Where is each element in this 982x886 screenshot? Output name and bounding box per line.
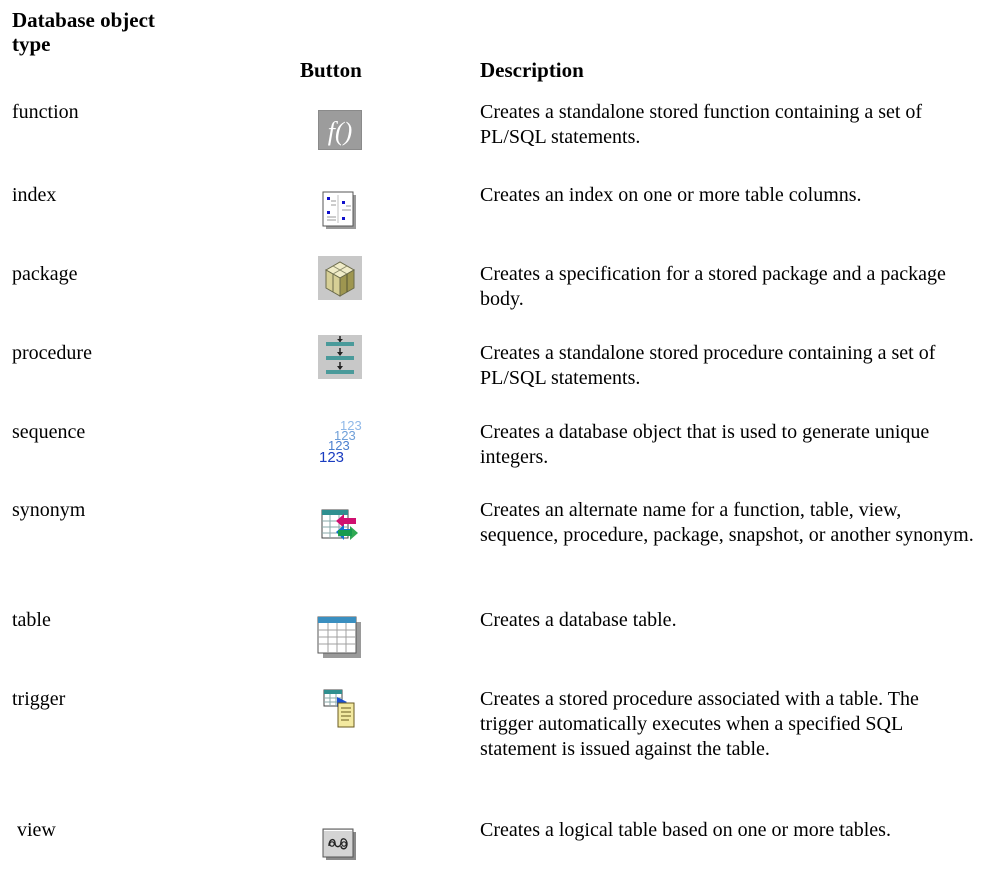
object-type: package [12,263,78,285]
object-description: Creates a database table. [480,609,677,631]
object-type: procedure [12,342,92,364]
object-description: Creates an alternate name for a function… [480,499,974,546]
header-type-line2: type [12,32,51,56]
object-type: synonym [12,499,86,521]
object-type: trigger [12,688,66,710]
header-type-line1: Database object [12,8,155,32]
object-description: Creates an index on one or more table co… [480,184,862,206]
object-type: index [12,184,57,206]
object-description: Creates a stored procedure associated wi… [480,688,919,760]
synonym-icon[interactable] [320,508,360,544]
index-icon[interactable] [322,191,358,231]
view-icon[interactable] [322,828,358,862]
header-description: Description [480,58,584,82]
object-description: Creates a logical table based on one or … [480,819,891,841]
procedure-icon[interactable] [318,335,362,379]
object-description: Creates a database object that is used t… [480,421,930,468]
package-icon[interactable] [318,256,362,300]
sequence-icon[interactable]: 123 123 123 123 [318,416,362,464]
function-glyph: f() [328,117,353,146]
sequence-glyph-front: 123 [319,449,344,464]
object-type: table [12,609,51,631]
object-type: sequence [12,421,86,443]
trigger-icon[interactable] [323,689,357,729]
object-type: function [12,101,79,123]
function-icon[interactable]: f() [318,110,362,150]
table-icon[interactable] [317,616,363,660]
object-description: Creates a standalone stored function con… [480,101,923,148]
object-description: Creates a standalone stored procedure co… [480,342,936,389]
header-type: Database object type [12,8,155,56]
header-button: Button [300,58,362,82]
object-type: view [12,819,56,841]
object-description: Creates a specification for a stored pac… [480,263,946,310]
